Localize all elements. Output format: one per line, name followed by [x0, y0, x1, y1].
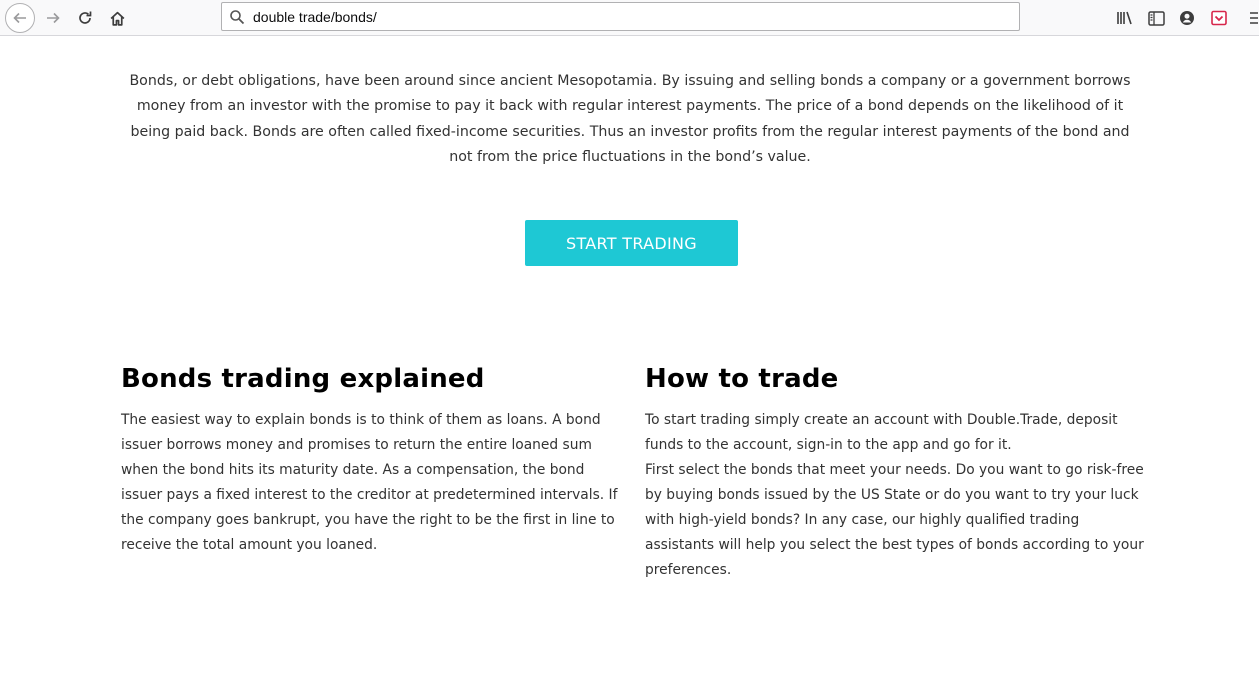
menu-icon	[1250, 12, 1258, 24]
account-button[interactable]	[1177, 8, 1197, 28]
bonds-explained-text: The easiest way to explain bonds is to t…	[121, 412, 618, 553]
pocket-button[interactable]	[1209, 8, 1229, 28]
back-button[interactable]	[5, 3, 35, 33]
reload-icon	[79, 11, 92, 24]
forward-button[interactable]	[39, 4, 67, 32]
section-title-how-to-trade: How to trade	[645, 364, 839, 394]
search-icon	[230, 10, 245, 25]
browser-toolbar: double trade/bonds/	[0, 0, 1259, 36]
how-to-trade-text-2: First select the bonds that meet your ne…	[645, 462, 1144, 578]
account-icon	[1180, 11, 1194, 25]
sidebar-button[interactable]	[1146, 8, 1166, 28]
start-trading-button[interactable]: START TRADING	[525, 220, 738, 266]
sidebar-icon	[1147, 10, 1165, 26]
menu-button[interactable]	[1244, 8, 1259, 28]
library-icon	[1117, 11, 1132, 25]
intro-paragraph: Bonds, or debt obligations, have been ar…	[129, 73, 1131, 165]
how-to-trade-section: How to trade To start trading simply cre…	[645, 362, 1145, 583]
bonds-explained-section: Bonds trading explained The easiest way …	[121, 362, 621, 558]
home-icon	[110, 11, 124, 26]
how-to-trade-text-1: To start trading simply create an accoun…	[645, 412, 1118, 453]
home-button[interactable]	[103, 4, 131, 32]
reload-button[interactable]	[71, 4, 99, 32]
section-title-bonds-explained: Bonds trading explained	[121, 364, 485, 394]
pocket-icon	[1211, 10, 1227, 26]
library-button[interactable]	[1115, 8, 1135, 28]
back-arrow-icon	[13, 12, 26, 24]
url-text[interactable]: double trade/bonds/	[253, 9, 377, 25]
address-bar[interactable]: double trade/bonds/	[221, 2, 1020, 31]
forward-arrow-icon	[47, 12, 60, 24]
